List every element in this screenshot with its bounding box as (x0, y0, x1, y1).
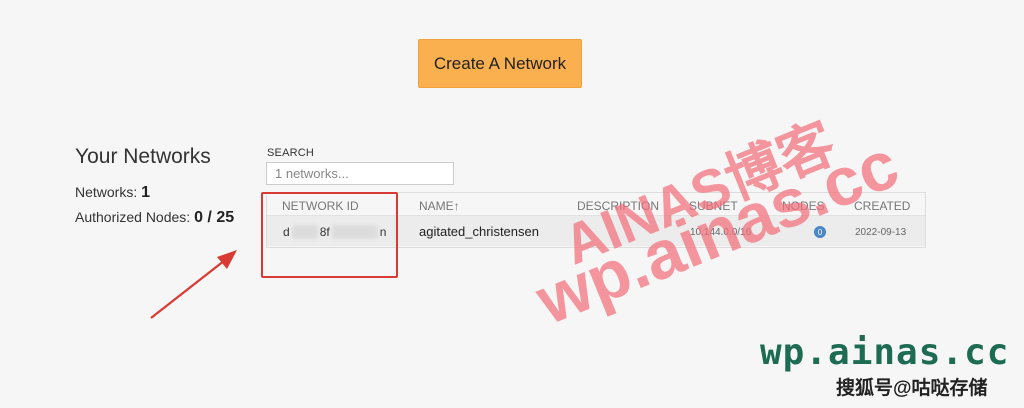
authorized-nodes-value: 0 / 25 (194, 209, 235, 226)
network-name-cell: agitated_christensen (419, 224, 539, 239)
networks-count-value: 1 (141, 184, 151, 201)
column-header-name[interactable]: NAME↑ (419, 199, 460, 213)
authorized-nodes: Authorized Nodes: 0 / 25 (75, 209, 234, 227)
networks-count: Networks: 1 (75, 184, 150, 202)
footer-watermark: wp.ainas.cc (760, 332, 1010, 373)
search-label: SEARCH (267, 147, 315, 159)
created-cell: 2022-09-13 (855, 227, 907, 238)
search-input[interactable] (266, 162, 454, 185)
red-arrow-icon (150, 250, 237, 319)
your-networks-heading: Your Networks (75, 145, 211, 168)
create-network-button[interactable]: Create A Network (418, 39, 582, 88)
footer-watermark-sub: 搜狐号@咕哒存储 (836, 378, 988, 399)
authorized-nodes-label: Authorized Nodes: (75, 209, 191, 225)
network-id-highlight-box (261, 192, 398, 278)
networks-count-label: Networks: (75, 184, 138, 200)
